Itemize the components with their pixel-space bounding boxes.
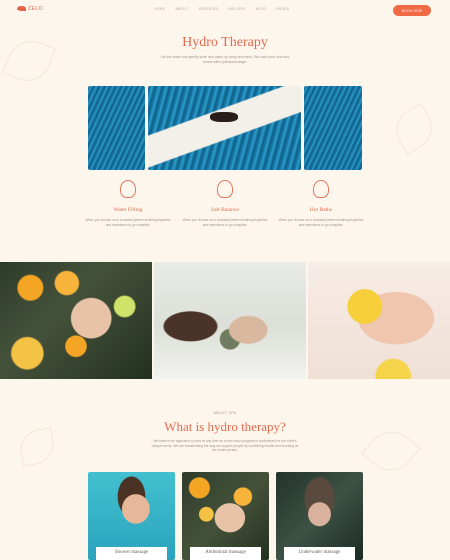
section-title: What is hydro therapy? xyxy=(164,419,286,434)
service-card-shower[interactable]: Shower massage xyxy=(88,472,175,560)
nav-item-about[interactable]: ABOUT xyxy=(175,7,188,11)
main-nav: HOME ABOUT SERVICES GALLERY BLOG PAGES xyxy=(154,7,289,11)
feature-title: Hot Baths xyxy=(309,207,333,213)
service-card-label[interactable]: Shower massage xyxy=(96,547,167,560)
service-card-label[interactable]: Abdominal massage xyxy=(190,547,261,560)
logo[interactable]: ZELO xyxy=(17,6,43,12)
header: ZELO HOME ABOUT SERVICES GALLERY BLOG PA… xyxy=(0,0,450,22)
pool-image-left xyxy=(88,86,145,170)
flame-icon xyxy=(313,180,329,198)
section-eyebrow: ABOUT SPA xyxy=(213,411,237,415)
gallery-image-facial-mask[interactable] xyxy=(154,262,306,379)
nav-item-pages[interactable]: PAGES xyxy=(276,7,289,11)
feature-text: When you choose us to a relaxed perfect … xyxy=(182,218,268,227)
service-card-abdominal[interactable]: Abdominal massage xyxy=(182,472,269,560)
feature-water-filling: Water Filling When you choose us to a re… xyxy=(83,180,173,227)
pool-image-right xyxy=(304,86,362,170)
feature-title: Salt Balance xyxy=(211,207,239,213)
feature-text: When you choose us to a relaxed perfect … xyxy=(85,218,171,227)
nav-item-blog[interactable]: BLOG xyxy=(256,7,267,11)
service-card-label[interactable]: Underwater massage xyxy=(284,547,355,560)
intro-text: Let the water cool gently soak and warm … xyxy=(160,55,290,64)
feature-hot-baths: Hot Baths When you choose us to a relaxe… xyxy=(276,180,366,227)
book-now-button[interactable]: BOOK NOW xyxy=(393,5,431,16)
pool-image-center xyxy=(148,86,301,170)
feature-salt-balance: Salt Balance When you choose us to a rel… xyxy=(180,180,270,227)
nav-item-gallery[interactable]: GALLERY xyxy=(228,7,246,11)
gallery-image-oranges[interactable] xyxy=(0,262,152,379)
lotus-icon xyxy=(217,180,233,198)
nav-item-services[interactable]: SERVICES xyxy=(199,7,219,11)
logo-icon xyxy=(17,6,26,12)
logo-text: ZELO xyxy=(28,6,44,12)
water-icon xyxy=(120,180,136,198)
feature-title: Water Filling xyxy=(113,207,143,213)
service-card-underwater[interactable]: Underwater massage xyxy=(276,472,363,560)
nav-item-home[interactable]: HOME xyxy=(154,7,165,11)
leaf-decoration xyxy=(388,103,440,155)
gallery-image-lemon[interactable] xyxy=(308,262,450,379)
section-text: We believe the approach to work at any t… xyxy=(151,439,299,453)
feature-text: When you choose us to a relaxed perfect … xyxy=(278,218,364,227)
page-title: Hydro Therapy xyxy=(182,35,268,50)
